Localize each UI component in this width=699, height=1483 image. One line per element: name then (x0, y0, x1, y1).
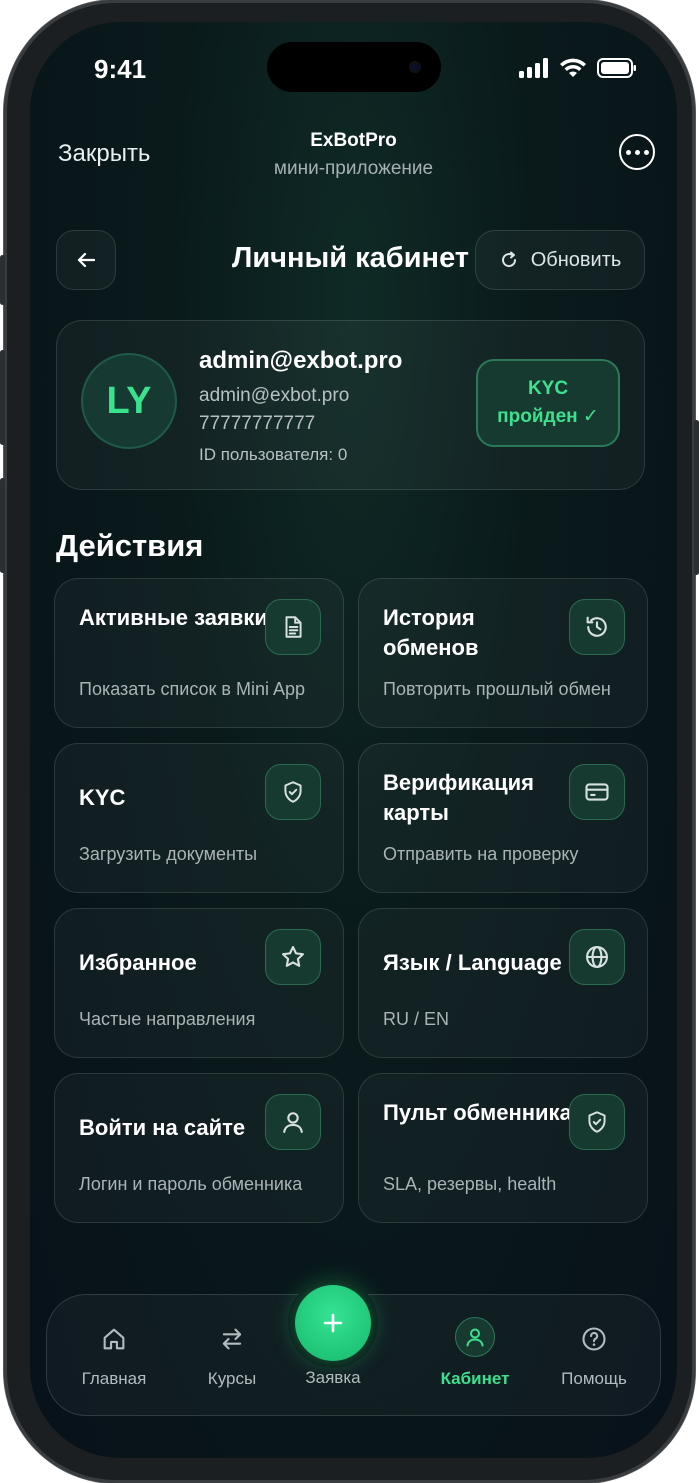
globe-icon (569, 929, 625, 985)
shield-check-icon (265, 764, 321, 820)
dynamic-island (267, 42, 441, 92)
tab-label: Главная (81, 1369, 147, 1388)
app-screen: 9:41 Закрыть ExBotPro мини-приложение Ли… (30, 22, 677, 1458)
battery-icon (597, 58, 636, 78)
mini-app-topbar: Закрыть ExBotPro мини-приложение (30, 122, 677, 212)
kyc-badge-line2: пройден ✓ (497, 406, 599, 427)
tile-desc: Частые направления (79, 1009, 256, 1029)
tab-label: Курсы (207, 1369, 257, 1388)
profile-email: admin@exbot.pro (199, 385, 350, 406)
tab-label: Помощь (561, 1369, 627, 1388)
plus-icon (323, 1313, 343, 1333)
page-header: Личный кабинет Обновить (56, 230, 645, 292)
more-icon (634, 149, 640, 155)
document-icon (265, 599, 321, 655)
refresh-label: Обновить (530, 248, 622, 271)
user-icon (455, 1317, 495, 1357)
avatar: LY (81, 353, 177, 449)
section-title-actions: Действия (56, 528, 204, 563)
side-button (0, 350, 5, 445)
shield-check-icon (569, 1094, 625, 1150)
tile-desc: Логин и пароль обменника (79, 1174, 303, 1194)
tile-desc: Повторить прошлый обмен (383, 679, 611, 699)
new-order-button[interactable] (295, 1285, 371, 1361)
tile-title: Пульт обменника (383, 1100, 572, 1125)
action-site-login[interactable]: Войти на сайте Логин и пароль обменника (54, 1073, 344, 1223)
refresh-icon (501, 251, 516, 268)
kyc-badge-line1: KYC (527, 378, 569, 399)
action-active-orders[interactable]: Активные заявки Показать список в Mini A… (54, 578, 344, 728)
tab-home[interactable]: Главная (59, 1295, 169, 1417)
action-card-verification[interactable]: Верификация карты Отправить на проверку (358, 743, 648, 893)
tile-desc: Отправить на проверку (383, 844, 579, 864)
refresh-button[interactable]: Обновить (475, 230, 645, 290)
side-button (694, 420, 699, 575)
tile-desc: Загрузить документы (79, 844, 258, 864)
profile-card: LY admin@exbot.pro admin@exbot.pro 77777… (56, 320, 645, 490)
tile-title: Верификация карты (383, 770, 534, 825)
tab-rates[interactable]: Курсы (177, 1295, 287, 1417)
side-button (0, 255, 5, 305)
tile-title: Войти на сайте (79, 1115, 246, 1140)
action-favorites[interactable]: Избранное Частые направления (54, 908, 344, 1058)
help-icon (539, 1325, 649, 1353)
new-order-fab-wrap (288, 1278, 378, 1368)
tile-desc: RU / EN (383, 1009, 450, 1029)
tile-desc: SLA, резервы, health (383, 1174, 557, 1194)
status-time: 9:41 (94, 54, 147, 84)
app-subtitle: мини-приложение (273, 158, 434, 179)
tile-title: Активные заявки (79, 605, 268, 630)
more-icon (643, 149, 649, 155)
tab-cabinet[interactable]: Кабинет (420, 1295, 530, 1417)
camera (409, 61, 421, 73)
kyc-status-badge: KYC пройден ✓ (476, 359, 620, 447)
tile-title: История обменов (383, 605, 479, 660)
app-name: ExBotPro (310, 130, 397, 151)
tile-title: Язык / Language (383, 950, 562, 975)
side-button (0, 478, 5, 573)
action-exchanger-console[interactable]: Пульт обменника SLA, резервы, health (358, 1073, 648, 1223)
tile-title: KYC (79, 785, 126, 810)
action-exchange-history[interactable]: История обменов Повторить прошлый обмен (358, 578, 648, 728)
tile-title: Избранное (79, 950, 197, 975)
user-icon (265, 1094, 321, 1150)
wifi-icon (560, 58, 586, 77)
more-icon (625, 149, 631, 155)
profile-name: admin@exbot.pro (199, 347, 403, 374)
card-icon (569, 764, 625, 820)
phone-frame: 9:41 Закрыть ExBotPro мини-приложение Ли… (0, 0, 699, 1483)
tab-label-order: Заявка (305, 1368, 361, 1387)
history-icon (569, 599, 625, 655)
action-kyc[interactable]: KYC Загрузить документы (54, 743, 344, 893)
action-language[interactable]: Язык / Language RU / EN (358, 908, 648, 1058)
home-icon (59, 1325, 169, 1353)
tab-help[interactable]: Помощь (539, 1295, 649, 1417)
tile-desc: Показать список в Mini App (79, 679, 306, 699)
star-icon (265, 929, 321, 985)
profile-user-id: ID пользователя: 0 (199, 445, 348, 464)
swap-icon (177, 1325, 287, 1353)
tab-label: Кабинет (440, 1369, 510, 1388)
status-icons (519, 58, 637, 78)
more-options-button[interactable] (619, 134, 655, 170)
signal-icon (519, 58, 548, 78)
profile-phone: 77777777777 (199, 413, 316, 434)
